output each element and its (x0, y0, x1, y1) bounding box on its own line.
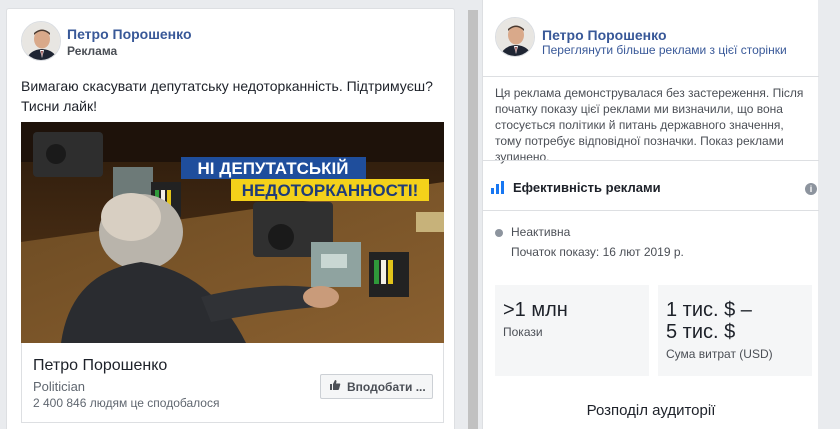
impressions-box: >1 млн Покази (495, 285, 649, 376)
banner-text-1: НІ ДЕПУТАТСЬКІЙ (198, 159, 349, 178)
start-date: Початок показу: 16 лют 2019 р. (511, 245, 684, 259)
performance-header: Ефективність реклами i (483, 161, 819, 211)
like-button[interactable]: Вподобати ... (320, 374, 433, 399)
panel-header: Петро Порошенко Переглянути більше рекла… (483, 0, 819, 77)
performance-title: Ефективність реклами (513, 180, 661, 195)
audience-title: Розподіл аудиторії (586, 402, 716, 419)
ad-text-line: Тисни лайк! (21, 98, 97, 114)
status-dot (495, 229, 503, 237)
ad-footer[interactable]: Петро Порошенко Politician 2 400 846 люд… (21, 343, 444, 423)
spend-value-line: 5 тис. $ (666, 321, 736, 343)
ad-page-name[interactable]: Петро Порошенко (67, 26, 192, 42)
spend-label: Сума витрат (USD) (666, 347, 773, 361)
ad-text-line: Вимагаю скасувати депутатську недоторкан… (21, 78, 433, 94)
info-icon[interactable]: i (805, 183, 817, 195)
chart-icon (491, 181, 504, 194)
thumbs-up-icon (329, 379, 341, 394)
impressions-label: Покази (503, 325, 543, 339)
status-text: Неактивна (511, 225, 571, 239)
panel-page-name[interactable]: Петро Порошенко (542, 27, 667, 43)
ad-card: Петро Порошенко Реклама Вимагаю скасуват… (6, 8, 455, 429)
likes-count: 2 400 846 людям це сподобалося (33, 396, 220, 410)
avatar[interactable] (21, 21, 61, 61)
ad-details-panel: Петро Порошенко Переглянути більше рекла… (482, 0, 819, 429)
banner-text-2: НЕДОТОРКАННОСТІ! (242, 181, 419, 200)
see-more-ads-link[interactable]: Переглянути більше реклами з цієї сторін… (542, 43, 787, 57)
like-button-label: Вподобати ... (347, 379, 426, 394)
scrollbar-thumb[interactable] (468, 10, 478, 429)
page-category: Politician (33, 379, 86, 394)
ad-text: Вимагаю скасувати депутатську недоторкан… (21, 76, 441, 116)
ad-image[interactable]: НІ ДЕПУТАТСЬКІЙ НЕДОТОРКАННОСТІ! (21, 122, 444, 343)
avatar[interactable] (495, 17, 535, 57)
disclaimer-notice: Ця реклама демонструвалася без застереже… (495, 86, 804, 164)
sponsored-label: Реклама (67, 44, 118, 58)
impressions-value: >1 млн (503, 299, 568, 321)
footer-page-name[interactable]: Петро Порошенко (33, 357, 167, 375)
spend-value-line: 1 тис. $ – (666, 299, 752, 321)
spend-value: 1 тис. $ – 5 тис. $ (666, 299, 752, 343)
spend-box: 1 тис. $ – 5 тис. $ Сума витрат (USD) (658, 285, 812, 376)
